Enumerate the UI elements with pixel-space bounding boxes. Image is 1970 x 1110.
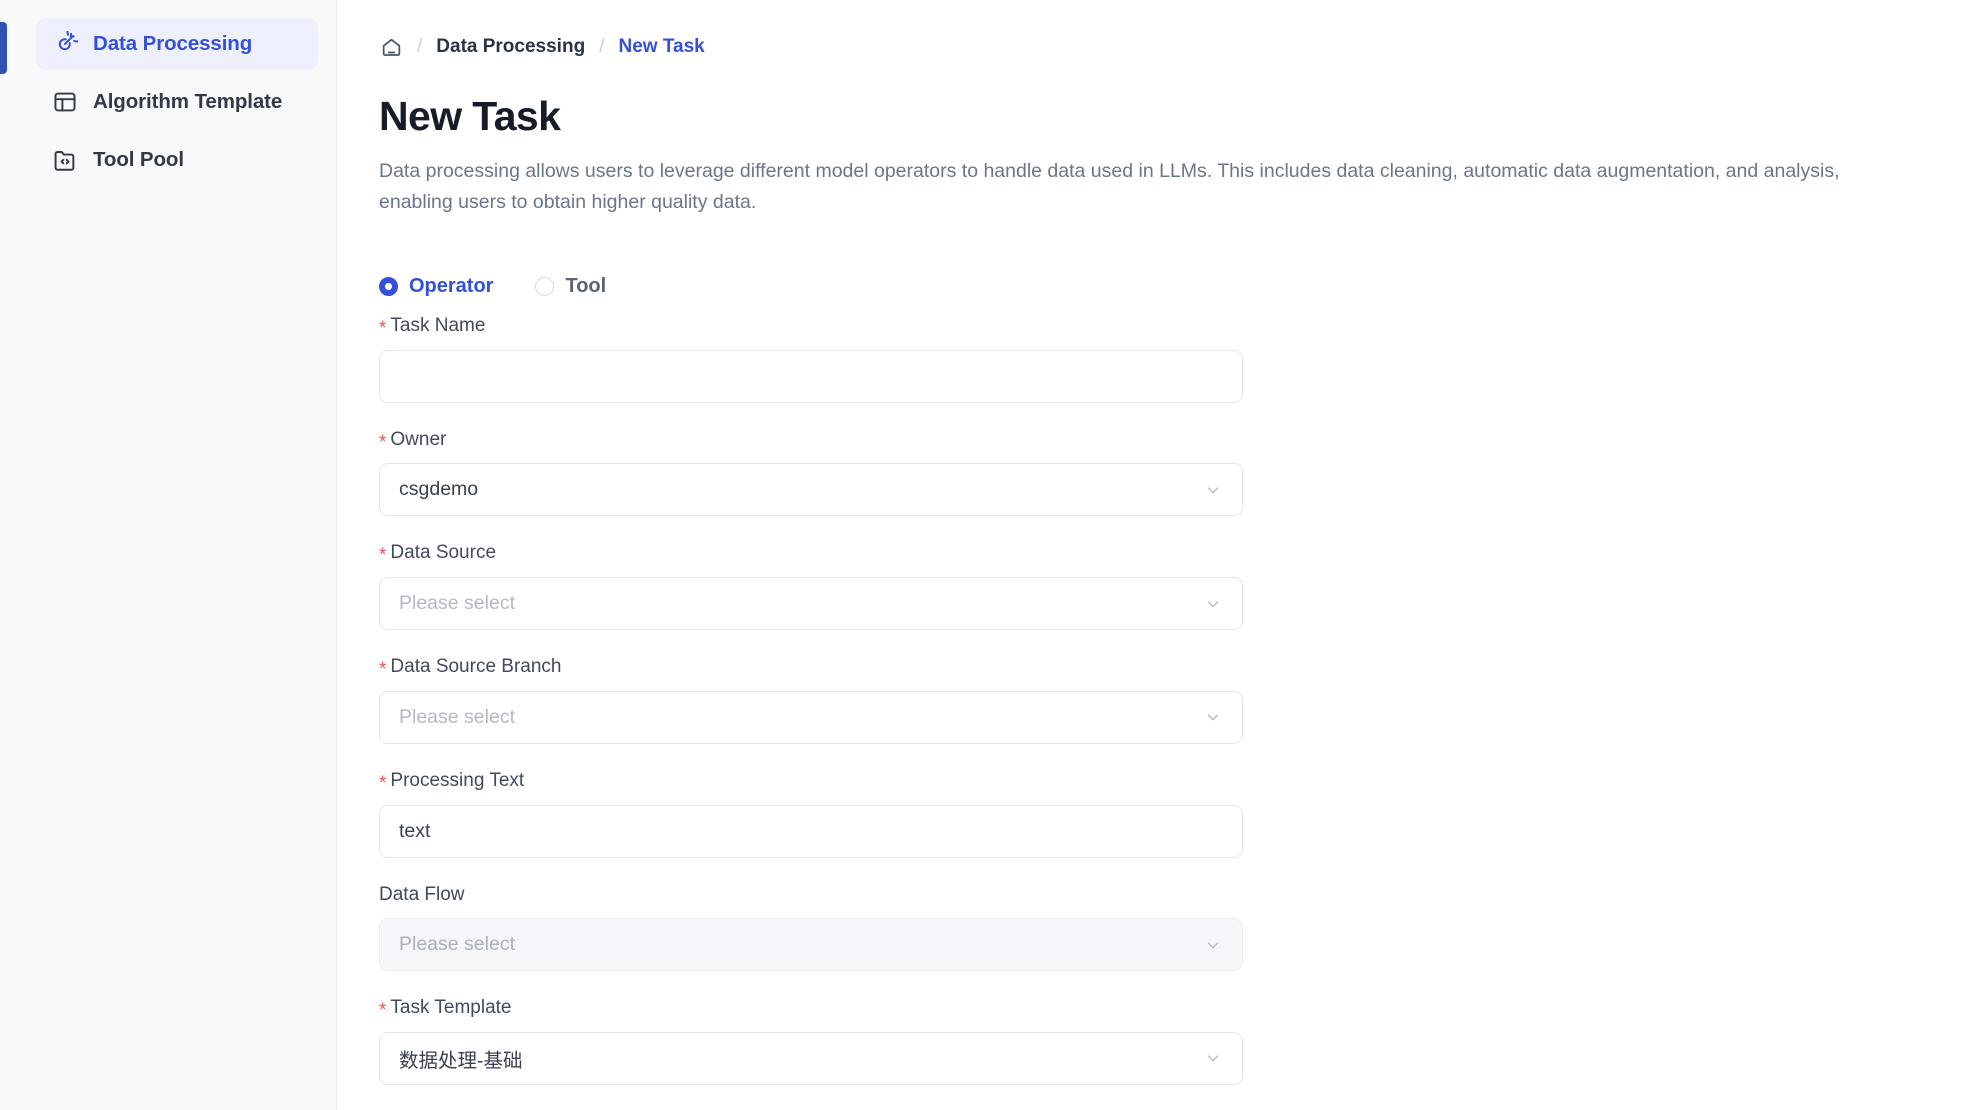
sidebar-nav-list: Data Processing Algorithm Template Tool … (0, 18, 336, 186)
radio-label-operator: Operator (409, 275, 494, 298)
breadcrumb-separator: / (417, 36, 423, 57)
processing-text-value: text (399, 819, 431, 842)
owner-select[interactable]: csgdemo (379, 463, 1243, 517)
processing-text-input[interactable]: text (379, 804, 1243, 858)
field-label-task-template: * Task Template (379, 996, 1930, 1021)
task-template-value: 数据处理-基础 (399, 1049, 523, 1072)
sidebar: Data Processing Algorithm Template Tool … (0, 0, 337, 1110)
task-template-select[interactable]: 数据处理-基础 (379, 1031, 1243, 1085)
field-data-source: * Data Source Please select (379, 541, 1930, 631)
sidebar-item-label: Data Processing (93, 32, 253, 55)
field-task-template: * Task Template 数据处理-基础 (379, 996, 1930, 1085)
radio-dot-operator (379, 277, 398, 297)
breadcrumb-item-new-task[interactable]: New Task (618, 36, 704, 58)
data-source-branch-placeholder: Please select (399, 705, 515, 728)
label-text: Data Source (390, 542, 497, 564)
required-marker: * (379, 431, 387, 453)
field-owner: * Owner csgdemo (379, 428, 1930, 517)
data-source-select[interactable]: Please select (379, 577, 1243, 631)
sidebar-item-label: Algorithm Template (93, 90, 283, 113)
field-data-source-branch: * Data Source Branch Please select (379, 655, 1930, 744)
task-type-radio-group: Operator Tool (379, 275, 1930, 298)
label-text: Owner (390, 428, 447, 450)
active-page-edge-indicator (0, 22, 7, 74)
sidebar-item-label: Tool Pool (93, 148, 184, 171)
home-icon[interactable] (379, 35, 403, 59)
required-marker: * (379, 772, 387, 794)
field-label-task-name: * Task Name (379, 314, 1930, 339)
required-marker: * (379, 659, 387, 681)
field-data-flow: Data Flow Please select (379, 883, 1930, 972)
page-title: New Task (379, 93, 561, 139)
chevron-down-icon (1203, 480, 1223, 500)
radio-option-operator[interactable]: Operator (379, 275, 493, 298)
required-marker: * (379, 1000, 387, 1022)
radio-option-tool[interactable]: Tool (535, 275, 606, 298)
main-content: / Data Processing / New Task New Task Da… (337, 0, 1970, 1110)
radio-dot-tool (535, 277, 555, 297)
sidebar-item-data-processing[interactable]: Data Processing (36, 18, 318, 70)
breadcrumb-separator: / (599, 36, 605, 57)
radio-label-tool: Tool (565, 275, 607, 298)
data-flow-placeholder: Please select (399, 933, 515, 956)
label-text: Data Flow (379, 883, 465, 905)
data-source-placeholder: Please select (399, 592, 515, 615)
data-flow-select[interactable]: Please select (379, 918, 1243, 972)
field-processing-text: * Processing Text text (379, 769, 1930, 858)
required-marker: * (379, 545, 387, 567)
field-label-data-source: * Data Source (379, 541, 1930, 566)
field-label-data-source-branch: * Data Source Branch (379, 655, 1930, 680)
field-label-processing-text: * Processing Text (379, 769, 1930, 794)
label-text: Processing Text (390, 769, 525, 791)
app-root: Data Processing Algorithm Template Tool … (0, 0, 1970, 1110)
layout-panel-icon (52, 89, 78, 115)
field-label-data-flow: Data Flow (379, 883, 1930, 908)
breadcrumb-item-data-processing[interactable]: Data Processing (436, 36, 585, 58)
breadcrumb: / Data Processing / New Task (379, 30, 1930, 64)
sidebar-item-algorithm-template[interactable]: Algorithm Template (36, 76, 318, 128)
page-description: Data processing allows users to leverage… (379, 159, 1840, 214)
chevron-down-icon (1203, 1048, 1223, 1068)
new-task-form: * Task Name * Owner csgdemo * Data Sourc… (379, 314, 1930, 1110)
label-text: Task Name (390, 315, 486, 337)
task-name-input[interactable] (379, 349, 1243, 403)
folder-code-icon (52, 147, 78, 173)
chevron-down-icon (1203, 707, 1223, 727)
field-label-owner: * Owner (379, 428, 1930, 453)
sidebar-item-tool-pool[interactable]: Tool Pool (36, 134, 318, 186)
label-text: Data Source Branch (390, 656, 562, 678)
field-task-name: * Task Name (379, 314, 1930, 403)
required-marker: * (379, 318, 387, 340)
label-text: Task Template (390, 997, 512, 1019)
owner-value: csgdemo (399, 478, 479, 501)
chevron-down-icon (1203, 594, 1223, 614)
data-source-branch-select[interactable]: Please select (379, 690, 1243, 744)
chevron-down-icon (1203, 935, 1223, 955)
target-icon (52, 31, 78, 57)
